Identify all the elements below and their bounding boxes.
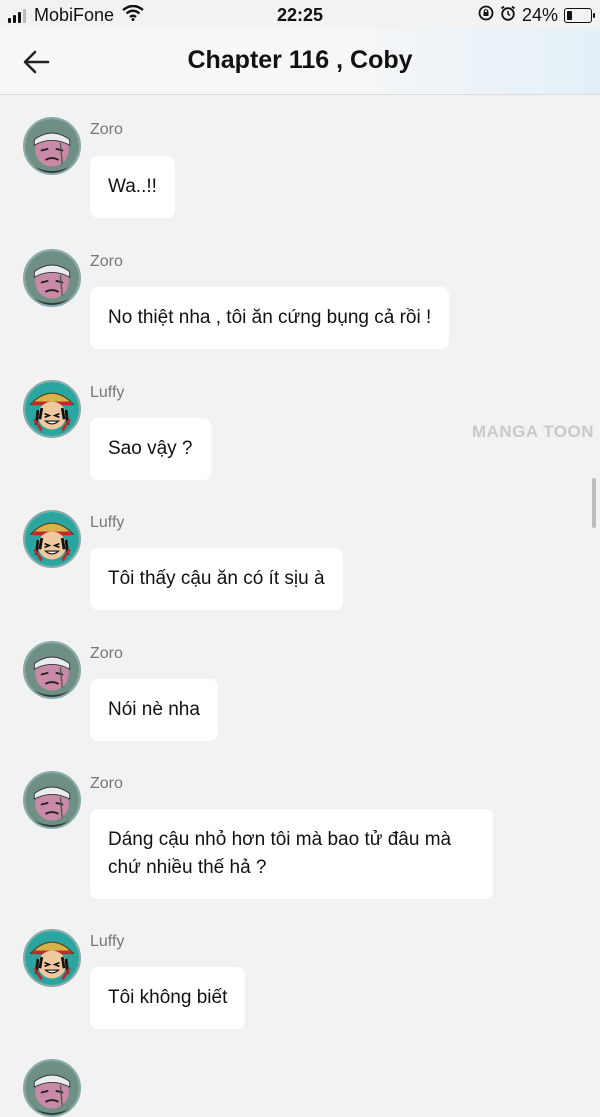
- page-title: Chapter 116 , Coby: [187, 46, 413, 74]
- watermark-logo: MANGA TOON: [471, 422, 594, 441]
- scrollbar-thumb[interactable]: [592, 478, 596, 528]
- alarm-icon: [500, 5, 516, 26]
- message-bubble[interactable]: Dáng cậu nhỏ hơn tôi mà bao tử đâu mà ch…: [90, 809, 493, 899]
- message-bubble[interactable]: Tôi không biết: [90, 967, 246, 1029]
- sender-name: Zoro: [90, 645, 123, 662]
- message-list[interactable]: Zoro Wa..!! Zoro No thiệt nha , tôi ăn c…: [0, 95, 600, 1117]
- sender-name: Zoro: [90, 253, 123, 270]
- wifi-icon: [122, 4, 144, 26]
- battery-icon: [564, 8, 595, 23]
- avatar[interactable]: [23, 249, 81, 307]
- message-bubble[interactable]: Sao vậy ?: [90, 418, 211, 480]
- message-line: chứ nhiều thế hả ?: [108, 857, 267, 878]
- cellular-signal-icon: [8, 8, 28, 23]
- avatar[interactable]: [23, 1059, 81, 1117]
- message-bubble[interactable]: No thiệt nha , tôi ăn cứng bụng cả rồi !: [90, 287, 450, 349]
- chat-header: Chapter 116 , Coby: [0, 28, 600, 95]
- message-bubble[interactable]: Nói nè nha: [90, 679, 218, 741]
- avatar[interactable]: [23, 929, 81, 987]
- carrier-name: MobiFone: [34, 5, 115, 25]
- sender-name: Luffy: [90, 384, 125, 401]
- message-line: Dáng cậu nhỏ hơn tôi mà bao tử đâu mà: [108, 829, 452, 850]
- sender-name: Zoro: [90, 775, 123, 792]
- sender-name: Luffy: [90, 514, 125, 531]
- avatar[interactable]: [23, 771, 81, 829]
- avatar[interactable]: [23, 380, 81, 438]
- status-bar-left: MobiFone: [8, 4, 144, 26]
- avatar[interactable]: [23, 641, 81, 699]
- message-bubble[interactable]: Wa..!!: [90, 156, 175, 218]
- status-bar-right: 24%: [478, 5, 595, 26]
- avatar[interactable]: [23, 117, 81, 175]
- rotation-lock-icon: [478, 5, 494, 26]
- avatar[interactable]: [23, 510, 81, 568]
- message-bubble[interactable]: Tôi thấy cậu ăn có ít sịu à: [90, 548, 343, 610]
- sender-name: Zoro: [90, 121, 123, 138]
- sender-name: Luffy: [90, 933, 125, 950]
- battery-percent: 24%: [521, 5, 558, 25]
